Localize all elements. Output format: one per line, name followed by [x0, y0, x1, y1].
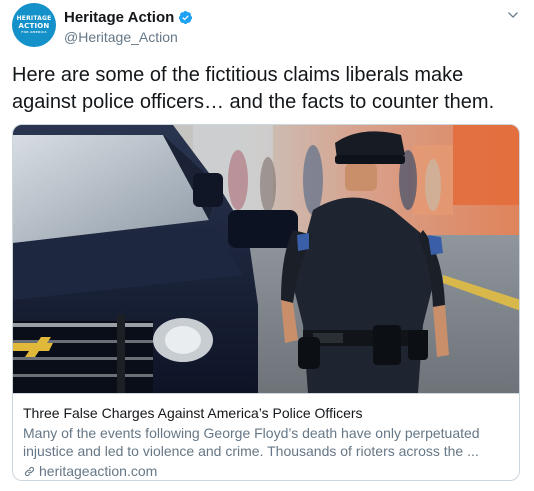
chevron-down-icon[interactable] — [506, 8, 520, 22]
card-image[interactable] — [13, 125, 520, 393]
card-domain: heritageaction.com — [39, 463, 158, 479]
display-name[interactable]: Heritage Action — [64, 9, 174, 26]
link-card[interactable]: Three False Charges Against America’s Po… — [12, 124, 520, 481]
name-row: Heritage Action — [64, 8, 193, 26]
card-domain-row: heritageaction.com — [23, 462, 511, 480]
handle[interactable]: @Heritage_Action — [64, 29, 193, 45]
verified-badge-icon — [179, 10, 193, 24]
tweet: HERITAGE ACTION FOR AMERICA Heritage Act… — [0, 0, 534, 491]
card-body[interactable]: Three False Charges Against America’s Po… — [13, 393, 519, 480]
card-description: Many of the events following George Floy… — [23, 425, 480, 459]
avatar-logo-sub: FOR AMERICA — [21, 30, 47, 34]
link-icon — [24, 466, 35, 476]
tweet-text: Here are some of the fictitious claims l… — [12, 64, 495, 113]
avatar-logo-main: ACTION — [18, 22, 50, 30]
card-title[interactable]: Three False Charges Against America’s Po… — [23, 404, 511, 422]
avatar[interactable]: HERITAGE ACTION FOR AMERICA — [12, 3, 56, 47]
user-info: Heritage Action @Heritage_Action — [64, 8, 193, 45]
